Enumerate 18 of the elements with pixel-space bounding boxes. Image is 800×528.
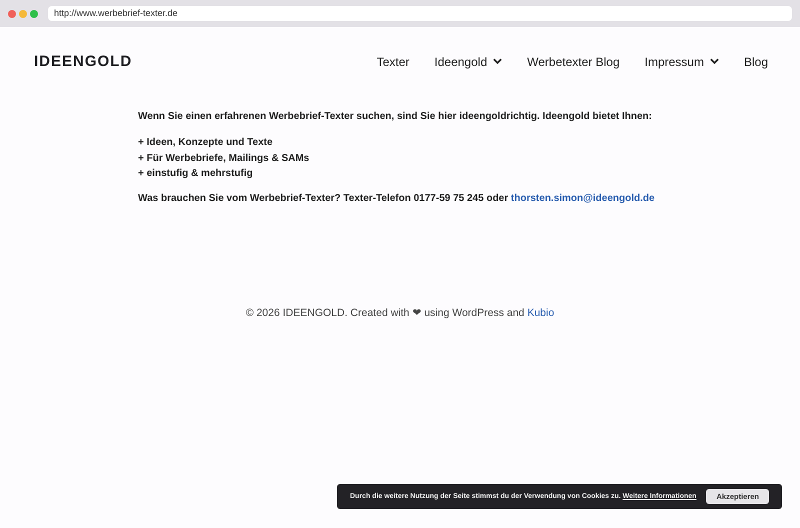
intro-paragraph: Wenn Sie einen erfahrenen Werbebrief-Texter suchen, sind Sie hier ideengoldrichtig. Ideengold bietet Ihnen: bbox=[138, 111, 653, 122]
footer-link[interactable]: Kubio bbox=[527, 306, 554, 318]
nav-link[interactable]: Blog bbox=[744, 54, 768, 68]
list-item: + Für Werbebriefe, Mailings & SAMs bbox=[138, 152, 310, 166]
nav-link[interactable]: Werbetexter Blog bbox=[527, 54, 620, 68]
list-item: + Ideen, Konzepte und Texte bbox=[138, 136, 274, 150]
nav-link[interactable]: Ideengold bbox=[434, 54, 502, 68]
maximize-icon[interactable] bbox=[30, 10, 38, 18]
nav-link[interactable]: Texter bbox=[376, 54, 410, 68]
site-logo[interactable]: IDEENGOLD bbox=[34, 53, 132, 70]
nav-link[interactable]: Impressum bbox=[644, 54, 719, 68]
minimize-icon[interactable] bbox=[19, 10, 27, 18]
close-icon[interactable] bbox=[8, 10, 16, 18]
footer-text: © 2026 IDEENGOLD. Created with ❤ using WordPress and Kubio bbox=[244, 306, 556, 318]
contact-paragraph: Was brauchen Sie vom Werbebrief-Texter? Texter-Telefon 0177-59 75 245 oder thorsten.simon@ideengold.de bbox=[138, 192, 656, 204]
list-item: + einstufig & mehrstufig bbox=[138, 167, 254, 181]
email-link[interactable]: thorsten.simon@ideengold.de bbox=[510, 192, 655, 204]
address-field[interactable]: http://www.werbebrief-texter.de bbox=[48, 6, 792, 21]
